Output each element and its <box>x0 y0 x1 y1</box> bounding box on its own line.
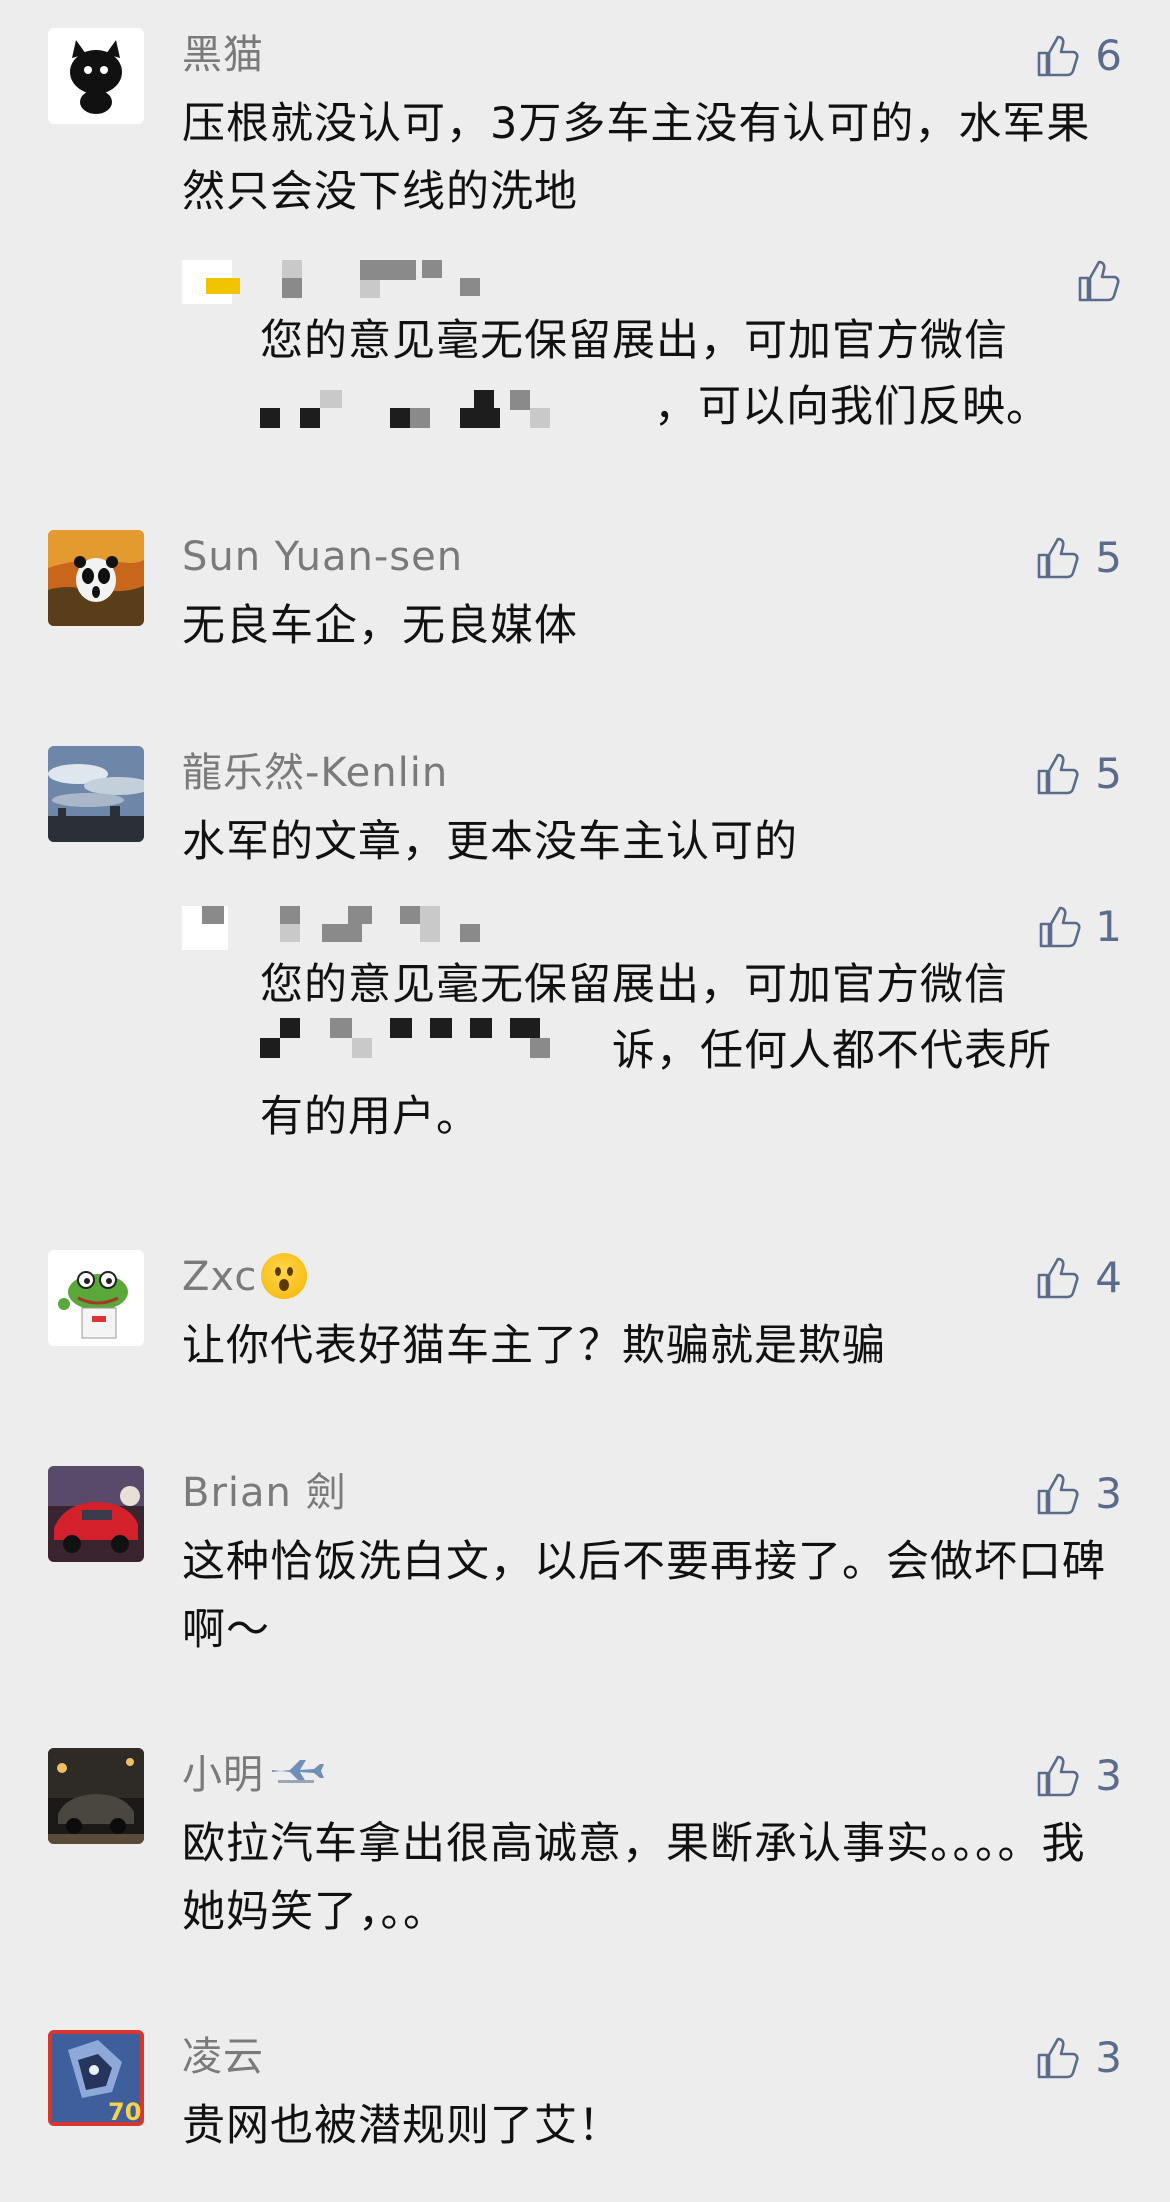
comment-text: 这种恰饭洗白文，以后不要再接了。会做坏口碑啊～ <box>182 1537 1106 1655</box>
like-count: 3 <box>1095 2033 1122 2082</box>
avatar[interactable] <box>48 1748 144 1844</box>
robot-70-avatar-image: 70 <box>48 2030 144 2126</box>
author-reply: 1 您的意见毫无保留展出，可加官方微信 诉，任何人都不代表所 有的用户。 <box>182 902 1122 1162</box>
reply-text-line: 有的用户。 <box>260 1092 480 1142</box>
frog-avatar-image <box>48 1250 144 1346</box>
like-button[interactable]: 4 <box>1035 1250 1122 1306</box>
like-count: 4 <box>1095 1253 1122 1302</box>
avatar[interactable] <box>48 746 144 842</box>
like-button[interactable]: 5 <box>1035 530 1122 586</box>
like-count: 5 <box>1095 749 1122 798</box>
comment-text: 压根就没认可，3万多车主没有认可的，水军果然只会没下线的洗地 <box>182 99 1091 217</box>
thumbs-up-icon <box>1035 2035 1081 2081</box>
sky-photo-avatar-image <box>48 746 144 842</box>
reply-text-line: 诉，任何人都不代表所 <box>612 1026 1052 1076</box>
surprised-emoji-icon <box>261 1253 308 1299</box>
comment-text: 无良车企，无良媒体 <box>182 601 578 651</box>
like-count: 5 <box>1095 533 1122 582</box>
reply-like-button[interactable]: 1 <box>1037 902 1122 952</box>
reply-like-button[interactable] <box>1076 256 1122 306</box>
like-count: 3 <box>1095 1469 1122 1518</box>
like-button[interactable]: 3 <box>1035 1466 1122 1522</box>
avatar[interactable] <box>48 1466 144 1562</box>
panda-scream-avatar-image <box>48 530 144 626</box>
commenter-name: Sun Yuan-sen <box>182 534 464 580</box>
comment-text: 水军的文章，更本没车主认可的 <box>182 817 798 867</box>
like-button[interactable]: 3 <box>1035 1748 1122 1804</box>
thumbs-up-icon <box>1037 904 1083 950</box>
thumbs-up-icon <box>1035 33 1081 79</box>
thumbs-up-icon <box>1035 1753 1081 1799</box>
like-button[interactable]: 6 <box>1035 28 1122 84</box>
comment-text: 让你代表好猫车主了？欺骗就是欺骗 <box>182 1321 886 1371</box>
comment-text: 欧拉汽车拿出很高诚意，果断承认事实。。。。我她妈笑了，。。 <box>182 1819 1086 1937</box>
like-count: 3 <box>1095 1751 1122 1800</box>
svg-text:70: 70 <box>108 2098 141 2126</box>
airplane-icon <box>270 1746 324 1800</box>
like-count: 1 <box>1095 902 1122 951</box>
commenter-name: 龍乐然-Kenlin <box>182 750 449 796</box>
like-count: 6 <box>1095 31 1122 80</box>
commenter-name-text: 小明 <box>182 1752 264 1798</box>
reply-author-mosaic <box>182 902 602 952</box>
night-car-avatar-image <box>48 1748 144 1844</box>
thumbs-up-icon <box>1035 751 1081 797</box>
commenter-name: Brian 劍 <box>182 1470 347 1516</box>
thumbs-up-icon <box>1035 535 1081 581</box>
thumbs-up-icon <box>1076 258 1122 304</box>
thumbs-up-icon <box>1035 1255 1081 1301</box>
like-button[interactable]: 5 <box>1035 746 1122 802</box>
commenter-name: 黑猫 <box>182 32 264 78</box>
commenter-name: Zxc <box>182 1250 308 1304</box>
thumbs-up-icon <box>1035 1471 1081 1517</box>
avatar[interactable] <box>48 1250 144 1346</box>
commenter-name-text: Zxc <box>182 1254 258 1300</box>
reply-text-line: 您的意见毫无保留展出，可加官方微信 <box>260 316 1008 366</box>
avatar[interactable] <box>48 530 144 626</box>
redacted-text-mosaic <box>260 1018 610 1060</box>
black-cat-avatar-image <box>48 28 144 124</box>
like-button[interactable]: 3 <box>1035 2030 1122 2086</box>
red-car-avatar-image <box>48 1466 144 1562</box>
reply-author-mosaic <box>182 256 602 306</box>
author-reply: 您的意见毫无保留展出，可加官方微信 ，可以向我们反映。 <box>182 256 1122 476</box>
commenter-name: 小明 <box>182 1748 324 1802</box>
comment-text: 贵网也被潜规则了艾！ <box>182 2101 622 2151</box>
avatar[interactable]: 70 <box>48 2030 144 2126</box>
reply-text-line: 您的意见毫无保留展出，可加官方微信 <box>260 960 1008 1010</box>
avatar[interactable] <box>48 28 144 124</box>
commenter-name: 凌云 <box>182 2034 264 2080</box>
redacted-text-mosaic <box>260 390 600 430</box>
reply-text-line: ，可以向我们反映。 <box>654 382 1050 432</box>
